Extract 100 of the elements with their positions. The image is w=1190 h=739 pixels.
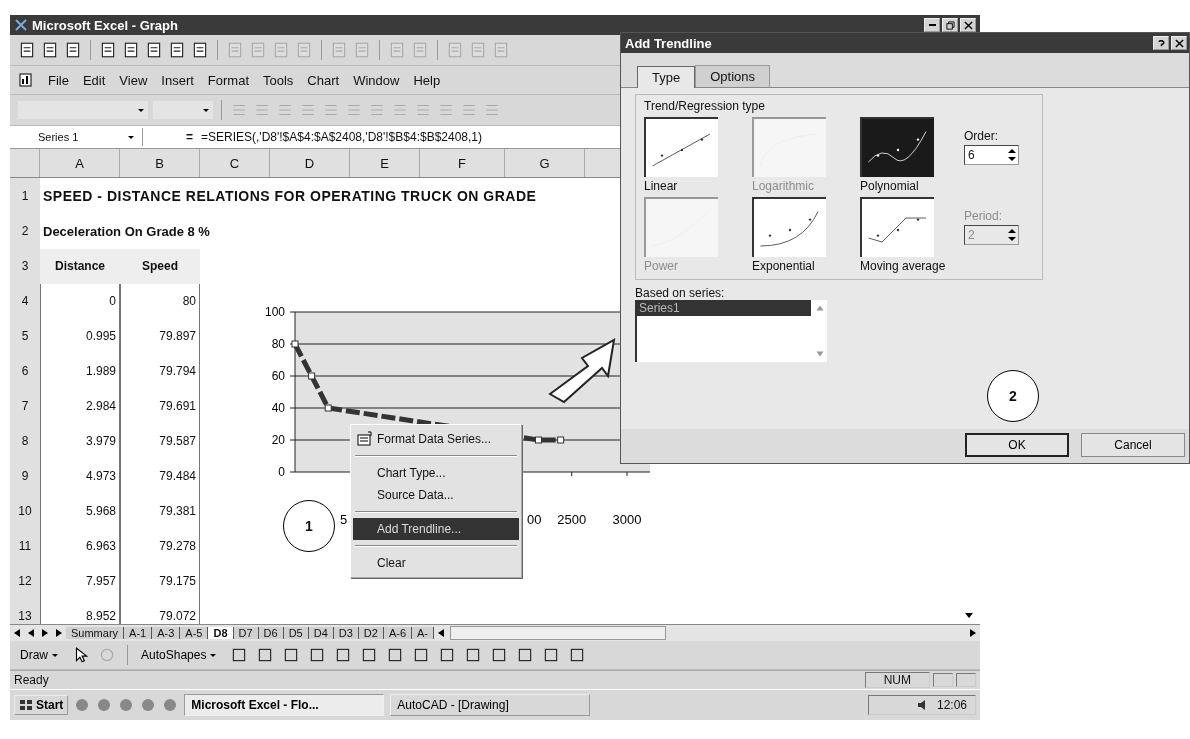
menu-item[interactable]: Window bbox=[353, 72, 400, 88]
formula-field[interactable]: =SERIES(,'D8'!$A$4:$A$2408,'D8'!$B$4:$B$2408,1) bbox=[201, 130, 482, 144]
scroll-left-icon[interactable] bbox=[436, 628, 446, 638]
column-header[interactable]: C bbox=[200, 149, 270, 177]
sheet-tab[interactable]: A- bbox=[412, 627, 434, 639]
trend-type-option[interactable]: Polynomial bbox=[860, 117, 964, 193]
ok-button[interactable]: OK bbox=[965, 433, 1069, 457]
data-marker[interactable] bbox=[557, 436, 565, 444]
order-spinner[interactable]: 6 bbox=[964, 145, 1019, 165]
trend-type-option[interactable]: Linear bbox=[644, 117, 752, 193]
menu-item[interactable]: Format Data Series... bbox=[353, 428, 519, 450]
row-header[interactable]: 4 bbox=[10, 283, 40, 319]
next-sheet-icon[interactable] bbox=[40, 628, 50, 638]
table-cell: 80 bbox=[120, 283, 200, 319]
trend-type-option[interactable]: Exponential bbox=[752, 197, 860, 273]
menu-item[interactable]: Tools bbox=[263, 72, 294, 88]
close-button[interactable] bbox=[1171, 36, 1187, 50]
table-cell: 79.484 bbox=[120, 458, 200, 494]
sheet-tab[interactable]: D5 bbox=[283, 627, 309, 639]
row-header[interactable]: 7 bbox=[10, 388, 40, 424]
excel-logo-icon bbox=[14, 18, 28, 32]
list-item[interactable]: Series1 bbox=[637, 300, 811, 316]
sheet-tab[interactable]: Summary bbox=[66, 627, 125, 639]
cancel-button[interactable]: Cancel bbox=[1081, 433, 1185, 457]
column-header[interactable]: A bbox=[40, 149, 120, 177]
first-sheet-icon[interactable] bbox=[12, 628, 22, 638]
sheet-tab[interactable]: D3 bbox=[333, 627, 359, 639]
font-size-field[interactable] bbox=[153, 101, 213, 119]
menu-item[interactable]: Source Data... bbox=[353, 484, 519, 506]
option-label: Exponential bbox=[752, 259, 816, 273]
dialog-tab[interactable]: Options bbox=[695, 65, 770, 87]
prev-sheet-icon[interactable] bbox=[26, 628, 36, 638]
series-list[interactable]: Series1 bbox=[635, 300, 827, 362]
menu-item[interactable]: Add Trendline... bbox=[353, 518, 519, 540]
minimize-button[interactable] bbox=[924, 18, 940, 32]
row-header[interactable]: 8 bbox=[10, 423, 40, 459]
column-header[interactable]: D bbox=[270, 149, 350, 177]
menu-item[interactable]: Format bbox=[207, 72, 249, 88]
row-header[interactable]: 2 bbox=[10, 213, 40, 249]
menu-item[interactable]: Clear bbox=[353, 552, 519, 574]
new-file-icon[interactable] bbox=[18, 41, 36, 59]
sheet-tab[interactable]: D8 bbox=[208, 627, 234, 639]
menu-item[interactable]: Help bbox=[413, 72, 441, 88]
chart-document-icon[interactable] bbox=[18, 72, 34, 88]
column-header[interactable]: E bbox=[350, 149, 420, 177]
option-label: Moving average bbox=[860, 259, 947, 273]
close-button[interactable] bbox=[960, 18, 976, 32]
menu-item[interactable]: Chart bbox=[307, 72, 340, 88]
autoshapes-menu-button[interactable]: AutoShapes bbox=[139, 648, 223, 662]
sheet-tab[interactable]: A-6 bbox=[383, 627, 412, 639]
row-header[interactable]: 3 bbox=[10, 248, 40, 284]
row-header[interactable]: 12 bbox=[10, 563, 40, 599]
num-lock-indicator: NUM bbox=[864, 672, 930, 688]
data-marker[interactable] bbox=[308, 372, 316, 380]
taskbar-button[interactable]: Microsoft Excel - Flo... bbox=[184, 694, 385, 716]
menu-item[interactable]: Chart Type... bbox=[353, 462, 519, 484]
row-header[interactable]: 10 bbox=[10, 493, 40, 529]
sheet-tab[interactable]: A-1 bbox=[124, 627, 153, 639]
menu-item[interactable]: File bbox=[48, 72, 69, 88]
row-header[interactable]: 11 bbox=[10, 528, 40, 564]
draw-menu-button[interactable]: Draw bbox=[18, 648, 64, 662]
status-panel bbox=[933, 673, 953, 687]
row-header[interactable]: 5 bbox=[10, 318, 40, 354]
row-header[interactable]: 9 bbox=[10, 458, 40, 494]
block-arrow-drawing[interactable] bbox=[548, 336, 618, 406]
name-box[interactable]: Series 1 bbox=[10, 128, 143, 146]
start-button[interactable]: Start bbox=[14, 695, 69, 715]
help-button[interactable] bbox=[1153, 36, 1169, 50]
row-header[interactable]: 6 bbox=[10, 353, 40, 389]
sheet-tab[interactable]: D6 bbox=[258, 627, 284, 639]
trend-type-option[interactable]: Moving average bbox=[860, 197, 964, 273]
menu-item[interactable]: View bbox=[119, 72, 148, 88]
scroll-right-icon[interactable] bbox=[968, 628, 978, 638]
font-name-field[interactable] bbox=[18, 101, 148, 119]
column-header[interactable]: B bbox=[120, 149, 200, 177]
menu-item[interactable]: Edit bbox=[82, 72, 106, 88]
menu-item[interactable]: Insert bbox=[161, 72, 194, 88]
spin-arrows-icon bbox=[1006, 227, 1018, 243]
horizontal-scrollbar[interactable] bbox=[450, 626, 666, 640]
data-marker[interactable] bbox=[291, 340, 299, 348]
row-header[interactable]: 1 bbox=[10, 178, 40, 214]
sheet-tab[interactable]: D2 bbox=[358, 627, 384, 639]
last-sheet-icon[interactable] bbox=[54, 628, 64, 638]
restore-button[interactable] bbox=[942, 18, 958, 32]
field-label: Order: bbox=[964, 129, 999, 143]
data-marker[interactable] bbox=[324, 404, 332, 412]
sheet-tab[interactable]: A-5 bbox=[180, 627, 209, 639]
row-header[interactable]: 13 bbox=[10, 598, 40, 624]
taskbar-button[interactable]: AutoCAD - [Drawing] bbox=[390, 694, 591, 716]
sheet-tab[interactable]: A-3 bbox=[152, 627, 181, 639]
caret-icon bbox=[202, 106, 210, 114]
column-header[interactable]: G bbox=[505, 149, 585, 177]
sheet-tab[interactable]: D7 bbox=[233, 627, 259, 639]
table-cell: 4.973 bbox=[40, 458, 120, 494]
column-header[interactable]: F bbox=[420, 149, 505, 177]
dialog-tab[interactable]: Type bbox=[637, 66, 696, 88]
sheet-tab[interactable]: D4 bbox=[308, 627, 334, 639]
data-marker[interactable] bbox=[534, 436, 542, 444]
axis-label: 40 bbox=[271, 401, 285, 415]
scroll-down-icon[interactable] bbox=[964, 610, 974, 620]
